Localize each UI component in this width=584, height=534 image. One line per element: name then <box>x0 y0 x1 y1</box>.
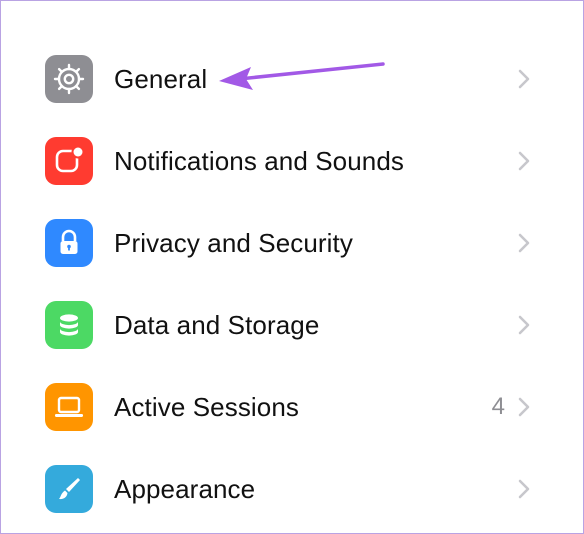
settings-item-label: Active Sessions <box>114 392 300 422</box>
settings-item-data-storage[interactable]: Data and Storage <box>1 284 583 366</box>
brush-icon <box>45 465 93 513</box>
chevron-right-icon <box>518 315 530 335</box>
settings-item-active-sessions[interactable]: Active Sessions 4 <box>1 366 583 448</box>
chevron-right-icon <box>518 397 530 417</box>
settings-item-privacy[interactable]: Privacy and Security <box>1 202 583 284</box>
settings-item-label: Notifications and Sounds <box>114 146 405 176</box>
lock-icon <box>45 219 93 267</box>
settings-item-notifications[interactable]: Notifications and Sounds <box>1 120 583 202</box>
sessions-count: 4 <box>491 393 505 420</box>
chevron-right-icon <box>518 479 530 499</box>
settings-list: General Notifications and Sounds Privacy… <box>1 38 583 530</box>
chevron-right-icon <box>518 69 530 89</box>
chevron-right-icon <box>518 233 530 253</box>
chevron-right-icon <box>518 151 530 171</box>
screenshot-frame: General Notifications and Sounds Privacy… <box>0 0 584 534</box>
database-icon <box>45 301 93 349</box>
notification-badge-icon <box>45 137 93 185</box>
settings-item-general[interactable]: General <box>1 38 583 120</box>
gear-icon <box>45 55 93 103</box>
laptop-icon <box>45 383 93 431</box>
settings-item-appearance[interactable]: Appearance <box>1 448 583 530</box>
settings-item-label: General <box>114 64 208 94</box>
settings-item-label: Appearance <box>114 474 256 504</box>
settings-item-label: Privacy and Security <box>114 228 353 258</box>
settings-item-label: Data and Storage <box>114 310 320 340</box>
